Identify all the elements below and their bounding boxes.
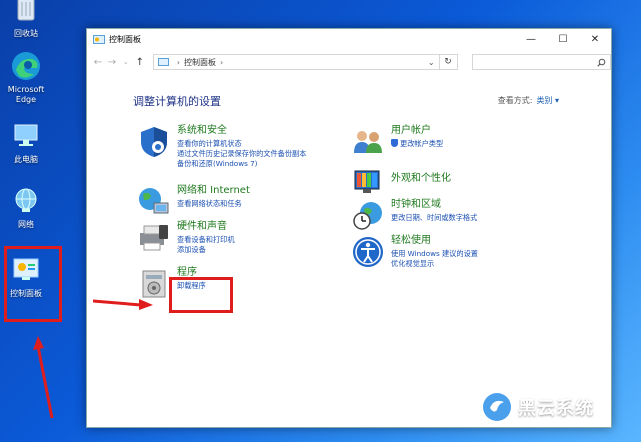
- refresh-icon[interactable]: ↻: [439, 54, 458, 70]
- uac-shield-icon: [391, 139, 398, 147]
- category-link[interactable]: 使用 Windows 建议的设置: [391, 249, 478, 259]
- category-link[interactable]: 优化视觉显示: [391, 259, 478, 269]
- category-network-internet: 网络和 Internet 查看网络状态和任务: [137, 185, 250, 221]
- desktop-icon-label: Microsoft Edge: [7, 85, 45, 104]
- address-field[interactable]: › 控制面板 › ⌄: [152, 54, 440, 70]
- view-by-label: 查看方式:: [497, 96, 533, 105]
- appearance-icon[interactable]: [351, 165, 387, 201]
- desktop-icon-network[interactable]: 网络: [0, 185, 52, 230]
- breadcrumb-separator[interactable]: ›: [220, 58, 223, 67]
- desktop-icon-label: 此电脑: [14, 155, 38, 164]
- recent-dropdown-icon[interactable]: ⌄: [119, 58, 133, 66]
- forward-arrow-icon[interactable]: →: [105, 57, 119, 68]
- users-icon[interactable]: [351, 125, 387, 161]
- category-clock-region: 时钟和区域 更改日期、时间或数字格式: [351, 199, 477, 235]
- category-user-accounts: 用户帐户 更改帐户类型: [351, 125, 443, 161]
- watermark: 黑云系统: [482, 392, 594, 422]
- search-icon: [597, 58, 606, 67]
- address-dropdown-icon[interactable]: ⌄: [428, 58, 435, 67]
- up-arrow-icon[interactable]: ↑: [133, 57, 147, 68]
- printer-icon[interactable]: [137, 221, 173, 257]
- watermark-text: 黑云系统: [518, 398, 594, 419]
- category-title[interactable]: 硬件和声音: [177, 221, 235, 233]
- clock-globe-icon[interactable]: [351, 199, 387, 235]
- desktop-icon-this-pc[interactable]: 此电脑: [0, 120, 52, 165]
- network-icon: [10, 185, 42, 217]
- category-link[interactable]: 备份和还原(Windows 7): [177, 159, 306, 169]
- page-heading: 调整计算机的设置: [133, 95, 221, 108]
- category-link[interactable]: 查看设备和打印机: [177, 235, 235, 245]
- category-link[interactable]: 查看你的计算机状态: [177, 139, 306, 149]
- view-by: 查看方式: 类别 ▾: [498, 95, 559, 106]
- close-button[interactable]: ✕: [579, 29, 611, 49]
- category-link[interactable]: 更改帐户类型: [391, 139, 443, 149]
- annotation-arrow-up: [33, 336, 54, 419]
- view-by-dropdown[interactable]: 类别 ▾: [536, 96, 559, 105]
- category-title[interactable]: 轻松使用: [391, 235, 478, 247]
- desktop-icon-edge[interactable]: Microsoft Edge: [0, 50, 52, 105]
- window-title: 控制面板: [109, 34, 141, 44]
- category-system-security: 系统和安全 查看你的计算机状态 通过文件历史记录保存你的文件备份副本 备份和还原…: [137, 125, 306, 169]
- annotation-box-uninstall: [169, 277, 233, 313]
- desktop-icon-label: 回收站: [14, 29, 38, 38]
- breadcrumb-separator[interactable]: ›: [177, 58, 180, 67]
- recycle-bin-icon: [10, 0, 42, 26]
- maximize-button[interactable]: ☐: [547, 29, 579, 49]
- category-link[interactable]: 更改日期、时间或数字格式: [391, 213, 477, 223]
- watermark-logo-icon: [483, 393, 511, 421]
- search-input[interactable]: [471, 54, 611, 70]
- category-title[interactable]: 用户帐户: [391, 125, 443, 137]
- control-panel-breadcrumb-icon: [157, 58, 169, 66]
- address-bar: ← → ⌄ ↑ › 控制面板 › ⌄ ↻: [87, 49, 611, 75]
- back-arrow-icon[interactable]: ←: [91, 57, 105, 68]
- computer-icon: [10, 120, 42, 152]
- category-link[interactable]: 通过文件历史记录保存你的文件备份副本: [177, 149, 306, 159]
- desktop-icon-recycle-bin[interactable]: 回收站: [0, 0, 52, 39]
- control-panel-small-icon: [93, 34, 105, 44]
- minimize-button[interactable]: —: [515, 29, 547, 49]
- annotation-arrow-right: [93, 299, 153, 310]
- category-title[interactable]: 时钟和区域: [391, 199, 477, 211]
- category-link-text: 更改帐户类型: [400, 139, 444, 148]
- category-title[interactable]: 系统和安全: [177, 125, 306, 137]
- category-ease-of-access: 轻松使用 使用 Windows 建议的设置 优化视觉显示: [351, 235, 478, 271]
- category-title[interactable]: 外观和个性化: [391, 173, 451, 185]
- category-hardware-sound: 硬件和声音 查看设备和打印机 添加设备: [137, 221, 235, 257]
- desktop-icon-label: 网络: [18, 220, 34, 229]
- accessibility-icon[interactable]: [351, 235, 387, 271]
- control-panel-window[interactable]: 控制面板 — ☐ ✕ ← → ⌄ ↑ › 控制面板 › ⌄ ↻ 调整计算机的设置…: [86, 28, 612, 428]
- edge-browser-icon: [10, 50, 42, 82]
- category-link[interactable]: 查看网络状态和任务: [177, 199, 250, 209]
- category-title[interactable]: 网络和 Internet: [177, 185, 250, 197]
- shield-icon[interactable]: [137, 125, 173, 161]
- category-link[interactable]: 添加设备: [177, 245, 235, 255]
- breadcrumb-control-panel[interactable]: 控制面板: [184, 57, 216, 68]
- annotation-box-control-panel: [4, 246, 62, 322]
- category-appearance: 外观和个性化: [351, 165, 451, 201]
- title-bar[interactable]: 控制面板 — ☐ ✕: [87, 29, 611, 49]
- network-globe-icon[interactable]: [137, 185, 173, 221]
